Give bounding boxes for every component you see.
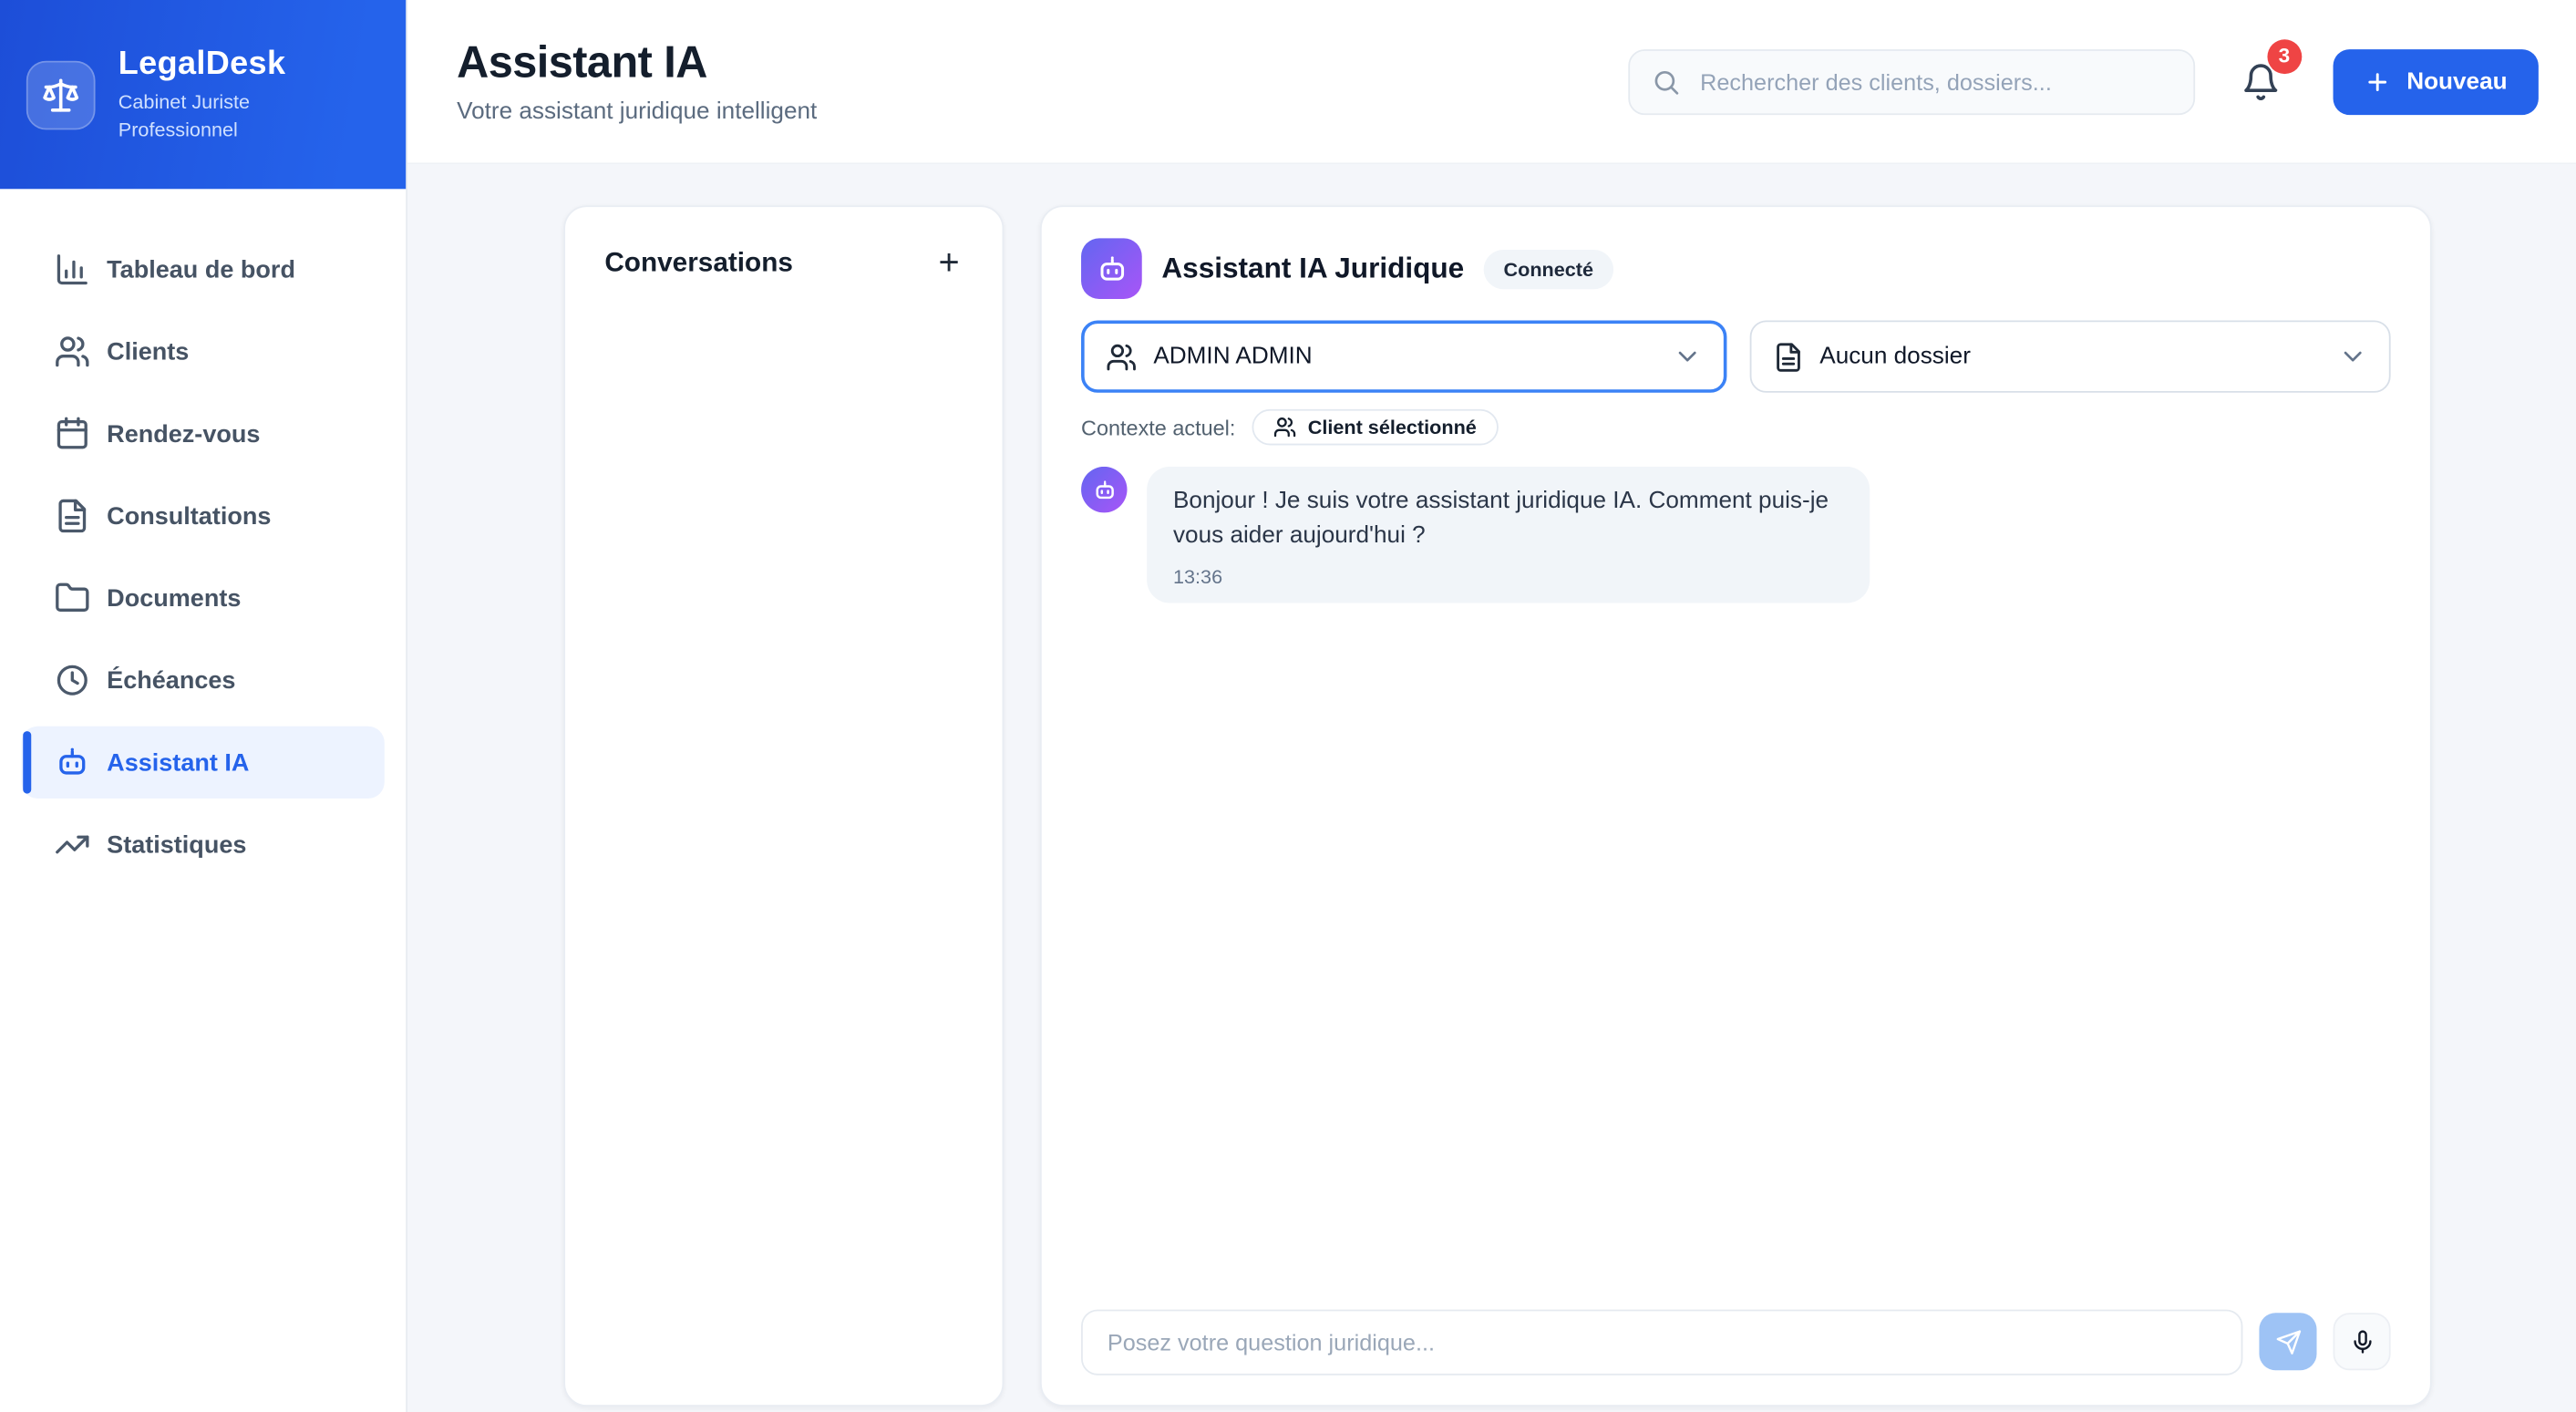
global-search[interactable] — [1627, 48, 2195, 115]
new-conversation-button[interactable]: + — [935, 244, 963, 282]
sidebar-item-echeances[interactable]: Échéances — [21, 644, 384, 716]
content: Conversations + Assistant IA Juridique C… — [407, 164, 2576, 1412]
sidebar-item-label: Assistant IA — [107, 748, 250, 777]
sidebar-item-tableau-de-bord[interactable]: Tableau de bord — [21, 233, 384, 305]
send-icon — [2275, 1328, 2302, 1355]
message-text: Bonjour ! Je suis votre assistant juridi… — [1172, 488, 1829, 550]
file-text-icon — [1772, 341, 1803, 372]
bot-icon — [1095, 253, 1128, 285]
context-chip: Client sélectionné — [1252, 408, 1499, 446]
chevron-down-icon — [2338, 342, 2367, 371]
sidebar-item-label: Rendez-vous — [107, 419, 261, 448]
new-button[interactable]: Nouveau — [2333, 48, 2539, 115]
send-button[interactable] — [2259, 1313, 2317, 1371]
brand-tagline: Cabinet Juriste Professionnel — [118, 90, 251, 141]
sidebar-item-rendez-vous[interactable]: Rendez-vous — [21, 397, 384, 469]
brand-name: LegalDesk — [118, 46, 286, 83]
status-badge: Connecté — [1483, 249, 1613, 289]
assistant-avatar — [1081, 466, 1128, 513]
plus-icon — [2364, 68, 2390, 95]
trending-up-icon — [54, 827, 90, 863]
sidebar-nav: Tableau de bord Clients Rendez-vous Cons… — [0, 189, 406, 900]
context-selects: ADMIN ADMIN Aucun dossier — [1081, 320, 2391, 393]
sidebar-item-label: Échéances — [107, 665, 236, 695]
sidebar-header: LegalDesk Cabinet Juriste Professionnel — [0, 0, 407, 190]
sidebar-item-consultations[interactable]: Consultations — [21, 479, 384, 551]
notification-badge: 3 — [2266, 38, 2302, 74]
page-head: Assistant IA Votre assistant juridique i… — [457, 37, 817, 125]
scales-icon — [41, 75, 80, 114]
sidebar-item-label: Statistiques — [107, 830, 247, 859]
folder-icon — [54, 580, 90, 616]
sidebar: LegalDesk Cabinet Juriste Professionnel … — [0, 0, 408, 1412]
conversations-panel: Conversations + — [563, 205, 1005, 1407]
message-timestamp: 13:36 — [1172, 565, 1223, 589]
logo — [26, 59, 96, 129]
conversations-header: Conversations + — [604, 244, 963, 282]
search-icon — [1651, 67, 1680, 96]
page-title: Assistant IA — [457, 37, 707, 88]
conversations-title: Conversations — [604, 247, 793, 277]
chevron-down-icon — [1672, 342, 1701, 371]
mic-button[interactable] — [2333, 1313, 2391, 1371]
sidebar-item-label: Tableau de bord — [107, 255, 295, 283]
dossier-select[interactable]: Aucun dossier — [1748, 320, 2391, 393]
chat-title: Assistant IA Juridique — [1161, 251, 1465, 284]
mic-icon — [2349, 1328, 2375, 1355]
sidebar-item-label: Consultations — [107, 501, 272, 531]
sidebar-item-statistiques[interactable]: Statistiques — [21, 809, 384, 881]
client-select[interactable]: ADMIN ADMIN — [1081, 320, 1726, 393]
sidebar-item-assistant-ia[interactable]: Assistant IA — [21, 726, 385, 799]
message-bubble: Bonjour ! Je suis votre assistant juridi… — [1147, 466, 1870, 603]
context-label: Contexte actuel: — [1081, 415, 1236, 440]
dossier-select-value: Aucun dossier — [1819, 343, 1971, 370]
bot-icon — [54, 745, 90, 781]
chat-input[interactable] — [1081, 1308, 2243, 1375]
calendar-icon — [54, 416, 90, 452]
users-icon — [1106, 341, 1137, 372]
sidebar-item-documents[interactable]: Documents — [21, 562, 384, 634]
main-area: Assistant IA Votre assistant juridique i… — [407, 0, 2576, 1412]
clock-icon — [54, 662, 90, 698]
messages-area: Bonjour ! Je suis votre assistant juridi… — [1081, 466, 2391, 1309]
chat-header: Assistant IA Juridique Connecté — [1081, 238, 2391, 300]
chat-input-row — [1081, 1308, 2391, 1375]
topbar-actions: 3 Nouveau — [1627, 38, 2539, 115]
notifications-button[interactable]: 3 — [2241, 38, 2302, 101]
file-text-icon — [54, 498, 90, 534]
assistant-message: Bonjour ! Je suis votre assistant juridi… — [1081, 466, 2391, 603]
new-button-label: Nouveau — [2406, 67, 2508, 95]
sidebar-item-label: Clients — [107, 337, 190, 366]
search-input[interactable] — [1696, 67, 2172, 97]
bar-chart-icon — [54, 252, 90, 288]
context-chip-label: Client sélectionné — [1307, 416, 1477, 439]
assistant-avatar — [1081, 238, 1142, 300]
page-subtitle: Votre assistant juridique intelligent — [457, 98, 818, 125]
client-select-value: ADMIN ADMIN — [1153, 343, 1313, 370]
sidebar-item-label: Documents — [107, 583, 242, 613]
topbar: Assistant IA Votre assistant juridique i… — [407, 0, 2576, 165]
users-icon — [1273, 416, 1296, 438]
sidebar-item-clients[interactable]: Clients — [21, 315, 384, 387]
app-root: LegalDesk Cabinet Juriste Professionnel … — [0, 0, 2576, 1412]
bot-icon — [1092, 478, 1117, 502]
brand-block: LegalDesk Cabinet Juriste Professionnel — [118, 46, 323, 142]
context-row: Contexte actuel: Client sélectionné — [1081, 408, 2391, 446]
users-icon — [54, 334, 90, 370]
chat-panel: Assistant IA Juridique Connecté ADMIN AD… — [1039, 205, 2432, 1407]
